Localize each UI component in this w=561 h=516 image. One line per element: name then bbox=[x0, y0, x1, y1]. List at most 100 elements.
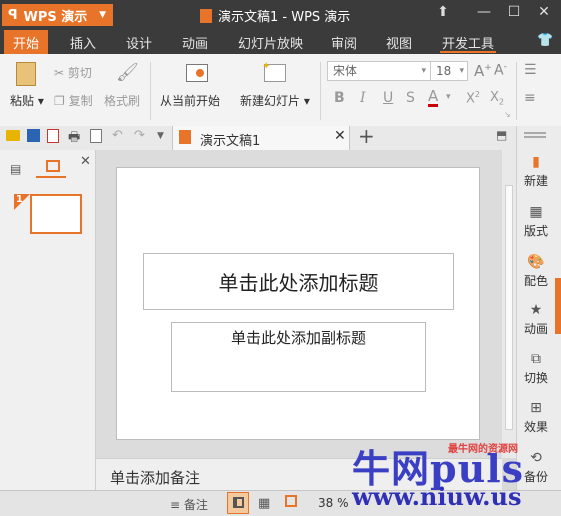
outline-view-icon[interactable]: ▤ bbox=[10, 162, 21, 176]
close-tab-icon[interactable]: ✕ bbox=[334, 128, 346, 144]
copy-label: 复制 bbox=[68, 94, 93, 108]
notes-placeholder: 单击添加备注 bbox=[110, 469, 201, 487]
new-slide-button[interactable]: 新建幻灯片 ▾ bbox=[240, 92, 310, 109]
tab-developer[interactable]: 开发工具 bbox=[442, 33, 494, 52]
notes-icon: ≡ bbox=[170, 498, 181, 512]
layout-icon: ▦ bbox=[529, 204, 543, 220]
sidebar-label: 效果 bbox=[523, 420, 548, 434]
sidebar-label: 切换 bbox=[523, 371, 548, 385]
sidebar-grip-icon bbox=[524, 132, 546, 134]
tab-slideshow[interactable]: 幻灯片放映 bbox=[238, 33, 303, 52]
skin-icon[interactable]: ⬆ bbox=[431, 4, 455, 20]
superscript-icon[interactable]: X2 bbox=[466, 90, 480, 106]
normal-view-button[interactable] bbox=[227, 492, 249, 514]
tab-design[interactable]: 设计 bbox=[126, 33, 152, 52]
sidebar-expand-handle[interactable] bbox=[555, 278, 561, 334]
slideshow-icon[interactable] bbox=[285, 495, 297, 507]
from-current-button[interactable]: 从当前开始 bbox=[160, 92, 220, 109]
paste-icon[interactable] bbox=[16, 62, 36, 86]
chevron-down-icon[interactable]: ▼ bbox=[157, 131, 164, 141]
document-tab-label: 演示文稿1 bbox=[200, 134, 261, 149]
watermark-url: www.niuw.us bbox=[352, 482, 522, 511]
maximize-button[interactable]: ☐ bbox=[502, 4, 526, 20]
zoom-level[interactable]: 38 % bbox=[318, 496, 349, 510]
app-menu-button[interactable]: ꟼ WPS 演示 ▼ bbox=[2, 4, 113, 26]
close-panel-icon[interactable]: ✕ bbox=[80, 154, 91, 169]
window-title: 演示文稿1 - WPS 演示 bbox=[200, 6, 350, 25]
tab-insert[interactable]: 插入 bbox=[70, 33, 96, 52]
font-size-value: 18 bbox=[436, 64, 452, 78]
presentation-file-icon bbox=[200, 8, 212, 23]
italic-icon[interactable]: I bbox=[360, 90, 366, 106]
sidebar-label: 动画 bbox=[523, 322, 548, 336]
cut-label: 剪切 bbox=[67, 66, 92, 80]
bullets-icon[interactable]: ☰ bbox=[524, 62, 537, 78]
tab-animation[interactable]: 动画 bbox=[182, 33, 208, 52]
bold-icon[interactable]: B bbox=[334, 90, 345, 106]
shirt-icon[interactable]: 👕 bbox=[537, 33, 553, 48]
new-slide-label: 新建幻灯片 bbox=[240, 94, 301, 108]
redo-icon[interactable]: ↷ bbox=[134, 128, 145, 143]
paste-button[interactable]: 粘贴 ▾ bbox=[10, 92, 44, 109]
slides-view-icon[interactable] bbox=[46, 160, 60, 172]
tab-label: 开始 bbox=[12, 36, 39, 52]
slide-thumbnail[interactable] bbox=[30, 194, 82, 234]
chevron-down-icon: ▾ bbox=[459, 66, 464, 76]
sidebar-item-color-scheme[interactable]: 🎨 配色 bbox=[516, 254, 556, 289]
font-size-select[interactable]: 18 ▾ bbox=[430, 61, 468, 81]
notes-toggle-button[interactable]: ≡ 备注 bbox=[170, 496, 208, 513]
sidebar-label: 版式 bbox=[523, 224, 548, 238]
font-name-value: 宋体 bbox=[333, 64, 358, 78]
format-painter-icon[interactable]: 🖌 bbox=[116, 62, 139, 83]
print-preview-icon[interactable] bbox=[90, 129, 102, 143]
ribbon-divider bbox=[516, 62, 517, 120]
presentation-file-icon bbox=[179, 130, 191, 144]
print-icon[interactable]: 🖶 bbox=[68, 128, 80, 150]
shadow-icon[interactable]: S bbox=[406, 90, 415, 106]
close-window-button[interactable]: ✕ bbox=[532, 4, 556, 20]
transition-icon: ⧉ bbox=[531, 351, 541, 367]
dialog-launcher-icon[interactable]: ↘ bbox=[504, 110, 511, 119]
scrollbar-thumb[interactable] bbox=[505, 185, 513, 430]
align-left-icon[interactable]: ≡ bbox=[524, 90, 536, 106]
undo-icon[interactable]: ↶ bbox=[112, 128, 123, 143]
open-folder-icon[interactable] bbox=[6, 130, 20, 141]
sidebar-item-new[interactable]: ▮ 新建 bbox=[516, 154, 556, 189]
wps-logo-icon: ꟼ bbox=[8, 7, 18, 23]
sidebar-item-transition[interactable]: ⧉ 切换 bbox=[516, 351, 556, 386]
title-placeholder[interactable]: 单击此处添加标题 bbox=[143, 253, 454, 310]
minimize-button[interactable]: — bbox=[472, 4, 496, 20]
sidebar-label: 备份 bbox=[523, 470, 548, 484]
format-painter-button[interactable]: 格式刷 bbox=[104, 92, 140, 109]
animation-icon: ★ bbox=[529, 302, 543, 318]
notes-toggle-label: 备注 bbox=[183, 498, 208, 512]
new-slide-icon[interactable]: ✦ bbox=[262, 61, 286, 82]
font-color-icon[interactable]: A bbox=[428, 88, 439, 107]
chevron-down-icon: ▼ bbox=[99, 10, 106, 20]
save-icon[interactable] bbox=[27, 129, 40, 142]
play-from-current-icon[interactable] bbox=[186, 64, 208, 82]
document-tab[interactable] bbox=[172, 126, 350, 150]
export-pdf-icon[interactable] bbox=[47, 129, 59, 143]
sidebar-item-animation[interactable]: ★ 动画 bbox=[516, 302, 556, 337]
copy-button[interactable]: ❐ 复制 bbox=[54, 92, 93, 109]
subtitle-placeholder[interactable]: 单击此处添加副标题 bbox=[171, 322, 426, 392]
grow-font-icon[interactable]: A+ bbox=[474, 62, 492, 80]
sidebar-label: 配色 bbox=[523, 274, 548, 288]
slide-sorter-icon[interactable]: ▦ bbox=[258, 496, 270, 511]
slide-number: 1 bbox=[16, 194, 23, 205]
chevron-down-icon[interactable]: ▾ bbox=[446, 92, 451, 102]
new-tab-icon[interactable]: + bbox=[358, 124, 375, 148]
tab-review[interactable]: 审阅 bbox=[331, 33, 357, 52]
tab-home[interactable]: 开始 bbox=[4, 30, 48, 54]
shrink-font-icon[interactable]: A- bbox=[494, 62, 507, 79]
underline-icon[interactable]: U bbox=[383, 90, 393, 106]
sidebar-item-effects[interactable]: ⊞ 效果 bbox=[516, 400, 556, 435]
font-name-select[interactable]: 宋体 ▾ bbox=[327, 61, 431, 81]
sidebar-item-layout[interactable]: ▦ 版式 bbox=[516, 204, 556, 239]
subscript-icon[interactable]: X2 bbox=[490, 90, 504, 107]
cut-button[interactable]: ✂ 剪切 bbox=[54, 64, 92, 81]
active-view-indicator bbox=[36, 176, 66, 178]
collapse-ribbon-icon[interactable]: ⬒ bbox=[496, 128, 507, 142]
tab-view[interactable]: 视图 bbox=[386, 33, 412, 52]
